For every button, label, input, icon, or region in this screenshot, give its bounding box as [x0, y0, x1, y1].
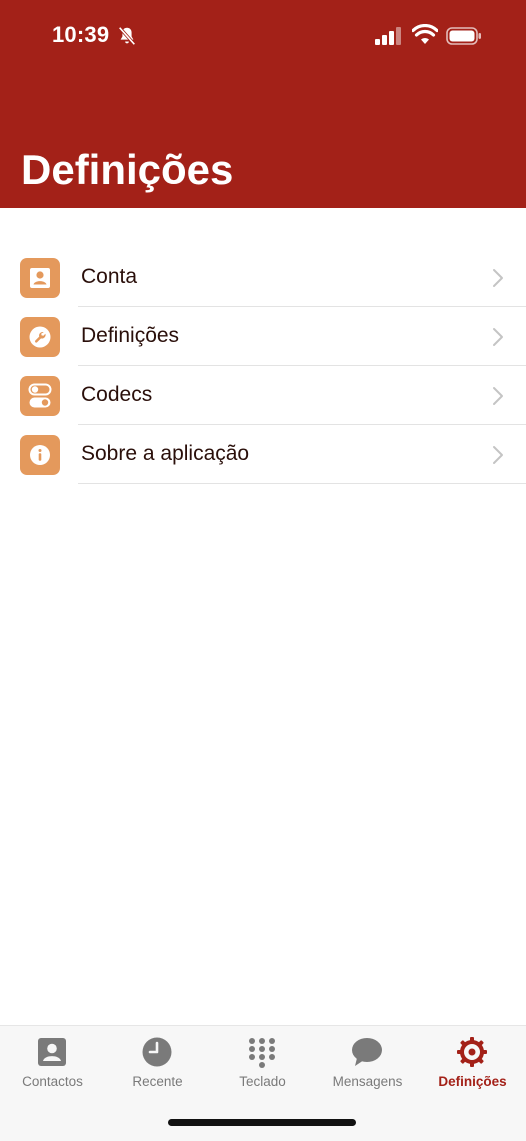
home-indicator	[168, 1119, 356, 1126]
chevron-right-icon	[493, 387, 503, 405]
tab-definicoes[interactable]: Definições	[420, 1026, 525, 1106]
settings-row-label: Sobre a aplicação	[81, 442, 250, 465]
tab-contactos[interactable]: Contactos	[0, 1026, 105, 1106]
wrench-icon	[20, 317, 60, 357]
tab-label: Contactos	[22, 1074, 83, 1089]
keypad-icon	[249, 1038, 275, 1068]
gear-icon	[457, 1037, 487, 1067]
settings-row-account[interactable]: Conta	[0, 248, 526, 307]
wifi-icon	[412, 24, 438, 44]
clock-icon	[142, 1037, 172, 1067]
settings-row-label: Definições	[81, 324, 180, 347]
settings-list: Conta Definições Codecs Sobre a aplicaçã…	[0, 248, 526, 484]
info-icon	[20, 435, 60, 475]
row-divider	[78, 482, 526, 484]
chat-bubble-icon	[352, 1038, 382, 1066]
signal-icon	[375, 27, 401, 45]
settings-row-about[interactable]: Sobre a aplicação	[0, 425, 526, 484]
settings-row-codecs[interactable]: Codecs	[0, 366, 526, 425]
tab-recente[interactable]: Recente	[105, 1026, 210, 1106]
tab-label: Recente	[132, 1074, 183, 1089]
status-time: 10:39	[52, 22, 110, 47]
tab-label: Definições	[438, 1074, 507, 1089]
contact-card-icon	[38, 1038, 66, 1066]
chevron-right-icon	[493, 328, 503, 346]
battery-icon	[446, 27, 481, 45]
person-icon	[20, 258, 60, 298]
settings-row-label: Codecs	[81, 383, 153, 406]
tab-mensagens[interactable]: Mensagens	[315, 1026, 420, 1106]
chevron-right-icon	[493, 269, 503, 287]
header-bar: 10:39 Definições	[0, 0, 526, 208]
tab-label: Mensagens	[332, 1074, 403, 1089]
tab-label: Teclado	[239, 1074, 286, 1089]
tab-teclado[interactable]: Teclado	[210, 1026, 315, 1106]
settings-row-settings[interactable]: Definições	[0, 307, 526, 366]
page-title: Definições	[21, 146, 234, 193]
chevron-right-icon	[493, 446, 503, 464]
bell-slash-icon	[118, 26, 136, 46]
toggles-icon	[20, 376, 60, 416]
settings-row-label: Conta	[81, 265, 138, 288]
